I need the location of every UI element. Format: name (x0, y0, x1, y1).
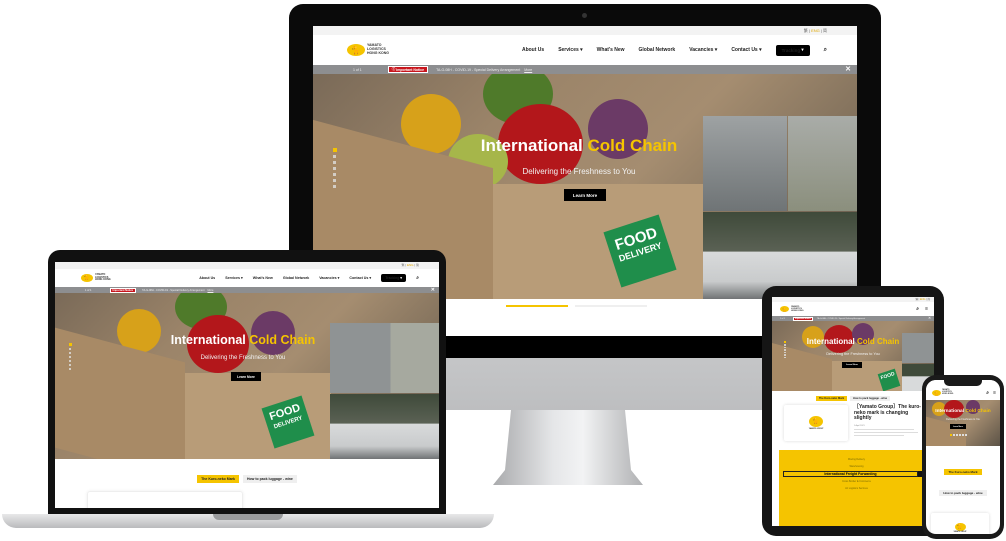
hero-subtitle: Delivering the Freshness to You (522, 167, 636, 176)
slider-dots (950, 434, 967, 436)
search-icon[interactable]: ⌕ (986, 390, 989, 396)
slide-dot-1[interactable] (333, 148, 337, 152)
notice-counter: 1 of 1 (353, 67, 362, 72)
monitor-camera (582, 13, 587, 18)
search-icon[interactable]: ⌕ (916, 306, 919, 312)
logo[interactable]: 🐈 YAMATO LOGISTICS HONG KONG (347, 44, 389, 56)
cat-logo-icon: 🐈 (809, 416, 823, 427)
cat-logo-icon: 🐈 (347, 44, 365, 56)
search-icon[interactable]: ⌕ (416, 275, 419, 281)
news-date: 1 April 2021 (854, 424, 865, 427)
slide-dot-7[interactable] (333, 185, 336, 188)
hero-photo-worker (788, 116, 857, 211)
tracking-button[interactable]: Tracking ▾ (775, 44, 810, 56)
laptop-notch (213, 514, 283, 520)
tracking-button[interactable]: Tracking ▾ (381, 274, 407, 282)
logo[interactable]: 🐈 YAMATO LOGISTICS HONG KONG (932, 389, 953, 396)
content-tabs: The Kuro-neko Mark How to pack luggage -… (55, 475, 439, 483)
tab-kuro-neko-mark[interactable]: The Kuro-neko Mark (944, 469, 982, 475)
slide-dot-5[interactable] (333, 173, 336, 176)
language-strip: 繁 | ENG | 简 (313, 26, 857, 35)
slider-dots (333, 148, 337, 188)
main-nav: About Us Services ▾ What's New Global Ne… (522, 44, 827, 56)
tab-kuro-neko-mark[interactable]: The Kuro-neko Mark (197, 475, 239, 483)
laptop-site-header: 🐈 YAMATO LOGISTICS HONG KONG About Us Se… (55, 269, 439, 287)
tab-pack-luggage[interactable]: How to pack luggage - wine (850, 396, 891, 401)
nav-whats-new[interactable]: What's New (597, 47, 625, 53)
important-notice-badge: ⓘ Important Notice (387, 66, 429, 73)
phone-screen: 🐈 YAMATO LOGISTICS HONG KONG ⌕ ≡ Interna… (926, 380, 1000, 534)
news-item[interactable]: 🐈 YAMATO GROUP ［Yamato Group］The kuro-ne… (784, 404, 934, 441)
hamburger-icon[interactable]: ≡ (925, 306, 928, 312)
nav-services[interactable]: Services ▾ (558, 47, 582, 53)
tab-kuro-neko-mark[interactable]: The Kuro-neko Mark (815, 396, 848, 401)
cat-logo-icon: 🐈 (780, 306, 789, 312)
news-title[interactable]: ［Yamato Group］The kuro-neko mark is chan… (854, 404, 926, 422)
service-selected[interactable]: International Freight Forwarding (783, 471, 918, 477)
slide-dot-6[interactable] (333, 179, 336, 182)
close-icon[interactable]: ✕ (845, 65, 851, 74)
hero-image-box-front (493, 184, 703, 299)
tab-pack-luggage-indicator[interactable] (575, 305, 647, 307)
slide-dot-2[interactable] (333, 155, 336, 158)
notice-text: TA-G-08H - COVID-19 - Special Delivery A… (436, 67, 521, 72)
tablet-screen: 繁 | ENG | 简 🐈 YAMATO LOGISTICS HONG KONG… (772, 297, 934, 526)
notice-more-link[interactable]: More (524, 68, 532, 72)
search-icon[interactable]: ⌕ (824, 47, 827, 54)
hero-photo-cold-room (703, 116, 787, 211)
laptop-screen: 繁 | ENG | 简 🐈 YAMATO LOGISTICS HONG KONG… (55, 262, 439, 508)
slide-dot-3[interactable] (333, 161, 336, 164)
lang-sc[interactable]: 简 (823, 28, 827, 33)
logo[interactable]: 🐈 YAMATO LOGISTICS HONG KONG (780, 306, 804, 312)
cat-logo-icon: 🐈 (954, 523, 966, 531)
news-card-image: 🐈 YAMATO GROUP (784, 405, 848, 441)
learn-more-button[interactable]: Learn More (842, 362, 862, 368)
slide-dot-4[interactable] (333, 167, 336, 170)
site-header: 🐈 YAMATO LOGISTICS HONG KONG About Us Se… (313, 35, 857, 65)
lang-tc[interactable]: 繁 (804, 28, 808, 33)
learn-more-button[interactable]: Learn More (564, 189, 606, 201)
learn-more-button[interactable]: Learn More (950, 424, 966, 429)
cat-logo-icon: 🐈 (81, 274, 93, 282)
nav-contact-us[interactable]: Contact Us ▾ (731, 47, 761, 53)
phone-notch (944, 380, 982, 386)
monitor-stand (493, 410, 643, 485)
tab-pack-luggage[interactable]: How to pack luggage - wine (939, 490, 987, 496)
logo[interactable]: 🐈 YAMATO LOGISTICS HONG KONG (81, 273, 111, 282)
learn-more-button[interactable]: Learn More (231, 372, 261, 381)
lang-eng[interactable]: ENG (811, 28, 820, 33)
nav-about-us[interactable]: About Us (522, 47, 544, 53)
services-menu: Moving Delivery Warehousing Internationa… (779, 450, 934, 526)
tab-pack-luggage[interactable]: How to pack luggage - wine (242, 475, 297, 483)
hamburger-icon[interactable]: ≡ (993, 390, 996, 396)
tab-kuro-neko-indicator[interactable] (506, 305, 568, 307)
cat-logo-icon: 🐈 (932, 390, 941, 396)
hero-title: International Cold Chain (480, 136, 678, 155)
news-card[interactable]: 🐈 YAMATO GROUP (931, 513, 989, 534)
news-card-peek (87, 491, 243, 508)
nav-vacancies[interactable]: Vacancies ▾ (689, 47, 717, 53)
nav-global-network[interactable]: Global Network (639, 47, 676, 53)
laptop-hero-slider: FOOD DELIVERY International Cold Chain D… (55, 293, 439, 459)
notice-bar: 1 of 1 ⓘ Important Notice TA-G-08H - COV… (313, 65, 857, 74)
